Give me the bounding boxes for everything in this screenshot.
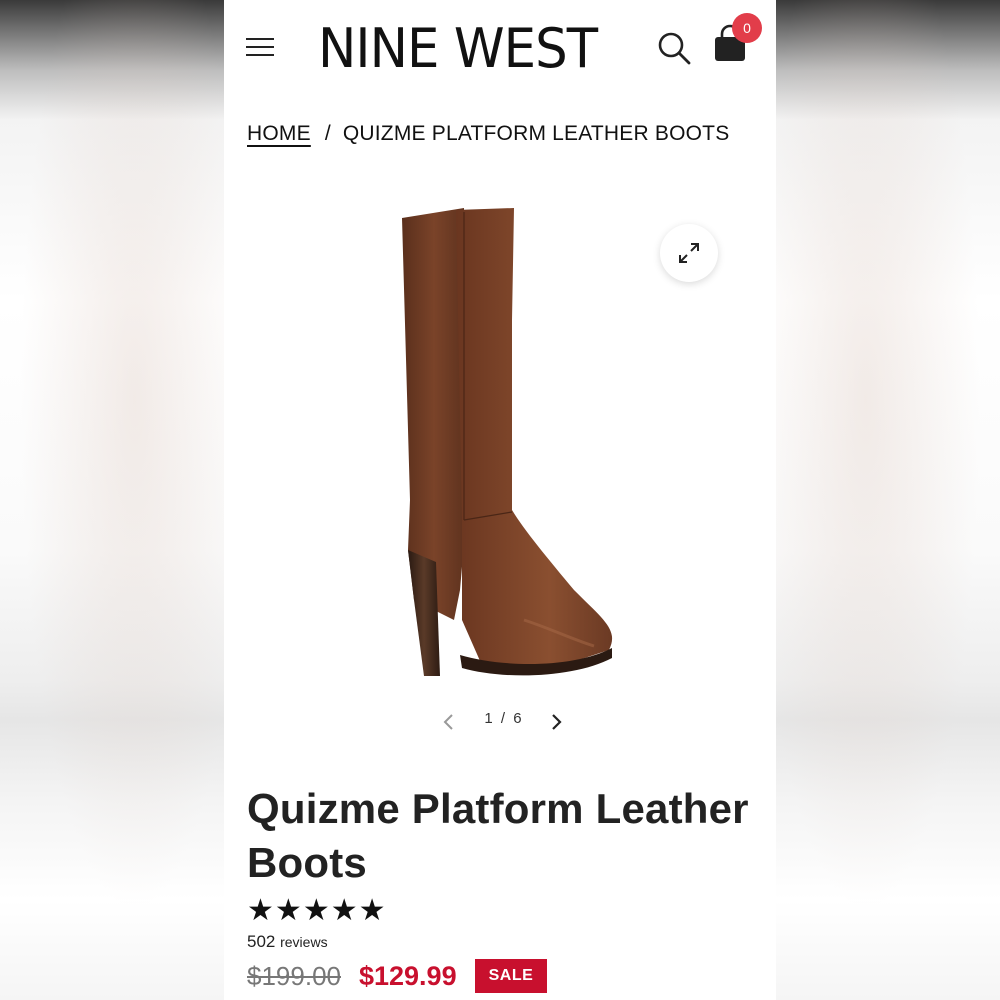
breadcrumb-home-link[interactable]: HOME bbox=[247, 122, 311, 146]
sale-badge: SALE bbox=[474, 959, 548, 993]
review-count: 502 bbox=[247, 932, 276, 951]
product-title: Quizme Platform Leather Boots bbox=[247, 785, 749, 886]
price-row: $199.00 $129.99 SALE bbox=[247, 956, 548, 996]
mobile-page: NINE WEST 0 HOME / QUIZME PLATFORM LEATH… bbox=[224, 0, 776, 1000]
cart-count-badge: 0 bbox=[732, 13, 762, 43]
sale-price: $129.99 bbox=[358, 960, 457, 991]
site-header: NINE WEST 0 bbox=[224, 0, 776, 100]
chevron-right-icon[interactable] bbox=[546, 712, 566, 732]
image-counter: 1 / 6 bbox=[474, 710, 534, 727]
breadcrumb: HOME / QUIZME PLATFORM LEATHER BOOTS bbox=[247, 118, 729, 150]
star-icon: ★ bbox=[247, 894, 274, 927]
star-rating[interactable]: ★ ★ ★ ★ ★ bbox=[247, 894, 387, 928]
menu-icon[interactable] bbox=[246, 36, 276, 58]
star-icon: ★ bbox=[358, 894, 386, 927]
star-icon: ★ bbox=[302, 894, 330, 927]
image-counter-current: 1 bbox=[484, 710, 495, 727]
breadcrumb-current: QUIZME PLATFORM LEATHER BOOTS bbox=[342, 122, 730, 145]
product-image-boot[interactable] bbox=[374, 200, 634, 690]
star-icon: ★ bbox=[274, 894, 302, 927]
breadcrumb-separator: / bbox=[324, 122, 331, 145]
review-label: reviews bbox=[280, 934, 328, 950]
expand-image-button[interactable] bbox=[660, 224, 718, 282]
chevron-left-icon[interactable] bbox=[439, 712, 459, 732]
image-counter-total: 6 bbox=[513, 710, 524, 727]
star-icon: ★ bbox=[330, 894, 358, 927]
brand-logo[interactable]: NINE WEST bbox=[318, 16, 620, 82]
image-pager: 1 / 6 bbox=[434, 708, 574, 736]
search-icon[interactable] bbox=[656, 30, 692, 66]
review-count-link[interactable]: 502 reviews bbox=[247, 932, 328, 952]
original-price: $199.00 bbox=[247, 960, 341, 991]
image-counter-separator: / bbox=[500, 710, 508, 727]
expand-icon bbox=[679, 243, 699, 263]
